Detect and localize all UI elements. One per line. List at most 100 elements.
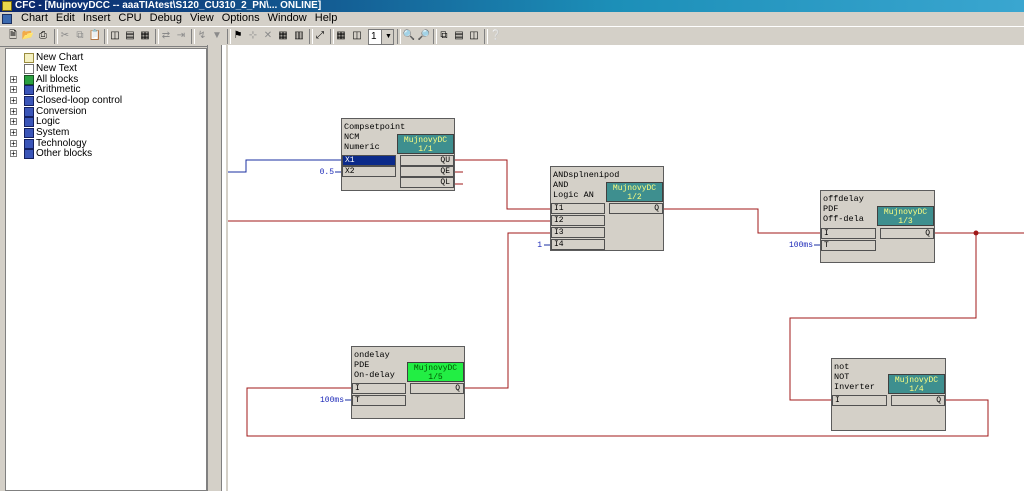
- open-icon[interactable]: 📂: [21, 29, 35, 43]
- new-text-icon: [24, 64, 34, 74]
- cut-icon[interactable]: ✂: [58, 29, 72, 43]
- wire-and-q-offdelay-i[interactable]: [663, 208, 820, 234]
- menu-insert[interactable]: Insert: [79, 12, 115, 25]
- tile-vertical-icon[interactable]: ◫: [467, 29, 481, 43]
- menu-edit[interactable]: Edit: [52, 12, 79, 25]
- wire-ondelay-q-i3[interactable]: [465, 232, 550, 389]
- zoom-in-icon[interactable]: 🔍: [402, 29, 416, 43]
- menu-view[interactable]: View: [186, 12, 218, 25]
- library-icon: [24, 96, 34, 106]
- output-pin-qe[interactable]: QE: [400, 166, 454, 177]
- output-pin-qu[interactable]: QU: [400, 155, 454, 166]
- input-pin-i3[interactable]: I3: [551, 227, 605, 238]
- new-chart-icon: [24, 53, 34, 63]
- menu-bar: Chart Edit Insert CPU Debug View Options…: [0, 12, 1024, 25]
- expand-icon[interactable]: +: [10, 118, 17, 126]
- menu-debug[interactable]: Debug: [146, 12, 186, 25]
- sheet-number-select[interactable]: 1 ▼: [368, 29, 394, 45]
- overview-icon[interactable]: ◫: [108, 29, 122, 43]
- catalog-icon[interactable]: ▦: [138, 29, 152, 43]
- monitor-off-icon[interactable]: ▥: [292, 29, 306, 43]
- expand-icon[interactable]: +: [10, 140, 17, 148]
- param-value-ondelay-t[interactable]: 100ms: [312, 396, 344, 405]
- param-value-i4[interactable]: 1: [528, 241, 542, 250]
- expand-icon[interactable]: +: [10, 86, 17, 94]
- chevron-down-icon[interactable]: ▼: [381, 30, 393, 44]
- tree-item-label: Closed-loop control: [36, 95, 123, 106]
- library-icon: [24, 149, 34, 159]
- expand-icon[interactable]: +: [10, 150, 17, 158]
- expand-icon[interactable]: +: [10, 76, 17, 84]
- print-icon[interactable]: ⎙: [36, 29, 50, 43]
- tree-item-label: Arithmetic: [36, 84, 81, 95]
- interconnect-icon[interactable]: ⇄: [159, 29, 173, 43]
- watch-icon[interactable]: ⊹: [246, 29, 260, 43]
- menu-help[interactable]: Help: [311, 12, 342, 25]
- library-icon: [24, 117, 34, 127]
- route-icon[interactable]: ⇥: [174, 29, 188, 43]
- block-not[interactable]: not NOT Inverter MujnovyDC 1/4 I Q: [831, 358, 946, 431]
- input-pin-x2[interactable]: X2: [342, 166, 396, 177]
- input-pin-i[interactable]: I: [821, 228, 876, 239]
- expand-icon[interactable]: +: [10, 97, 17, 105]
- toolbar: 🗎 📂 ⎙ ✂ ⧉ 📋 ◫ ▤ ▦ ⇄ ⇥ ↯ ▼ ⚑ ⊹ ✕ ▦ ▥ ⤢ ▦ …: [0, 26, 1024, 47]
- param-value-offdelay-t[interactable]: 100ms: [780, 241, 813, 250]
- block-name: offdelay: [823, 194, 864, 204]
- param-value-x2[interactable]: 0.5: [308, 168, 334, 177]
- sheet-view-icon[interactable]: ▤: [123, 29, 137, 43]
- instance-label: MujnovyDC 1/5: [407, 362, 464, 382]
- monitor-on-icon[interactable]: ▦: [276, 29, 290, 43]
- output-pin-q[interactable]: Q: [880, 228, 934, 239]
- test-mode-icon[interactable]: ⚑: [231, 29, 245, 43]
- block-andsplnenipod[interactable]: ANDsplnenipod AND Logic AN MujnovyDC 1/2…: [550, 166, 664, 251]
- output-pin-ql[interactable]: QL: [400, 177, 454, 188]
- menu-options[interactable]: Options: [218, 12, 264, 25]
- input-pin-t[interactable]: T: [352, 395, 406, 406]
- expand-icon[interactable]: +: [10, 129, 17, 137]
- tile-horizontal-icon[interactable]: ▤: [452, 29, 466, 43]
- output-pin-q[interactable]: Q: [410, 383, 464, 394]
- menu-cpu[interactable]: CPU: [114, 12, 145, 25]
- input-pin-i[interactable]: I: [832, 395, 887, 406]
- block-name: ondelay: [354, 350, 390, 360]
- block-compsetpoint[interactable]: Compsetpoint NCM Numeric MujnovyDC 1/1 X…: [341, 118, 455, 191]
- fit-icon[interactable]: ⤢: [313, 29, 327, 43]
- chart-canvas[interactable]: Compsetpoint NCM Numeric MujnovyDC 1/1 X…: [228, 45, 1024, 491]
- block-name: ANDsplnenipod: [553, 170, 620, 180]
- library-icon: [24, 139, 34, 149]
- zoom-out-icon[interactable]: 🔎: [417, 29, 431, 43]
- monitor-icon[interactable]: ✕: [261, 29, 275, 43]
- paste-icon[interactable]: 📋: [88, 29, 102, 43]
- input-pin-i2[interactable]: I2: [551, 215, 605, 226]
- block-comment: Off-dela: [823, 214, 864, 224]
- input-pin-i4[interactable]: I4: [551, 239, 605, 250]
- new-icon[interactable]: 🗎: [6, 29, 20, 43]
- expand-icon[interactable]: +: [10, 108, 17, 116]
- download-icon[interactable]: ▼: [210, 29, 224, 43]
- copy-icon[interactable]: ⧉: [73, 29, 87, 43]
- all-blocks-icon: [24, 75, 34, 85]
- block-catalog-tree: New Chart New Text + All blocks + Arithm…: [5, 48, 207, 491]
- output-pin-q[interactable]: Q: [891, 395, 945, 406]
- block-offdelay[interactable]: offdelay PDF Off-dela MujnovyDC 1/3 I T …: [820, 190, 935, 263]
- library-icon: [24, 85, 34, 95]
- input-pin-i1[interactable]: I1: [551, 203, 605, 214]
- input-pin-x1[interactable]: X1: [342, 155, 396, 166]
- input-pin-t[interactable]: T: [821, 240, 876, 251]
- menu-window[interactable]: Window: [264, 12, 311, 25]
- menu-chart[interactable]: Chart: [17, 12, 52, 25]
- table-icon[interactable]: ▦: [334, 29, 348, 43]
- sheet-bar[interactable]: [221, 45, 226, 491]
- output-pin-q[interactable]: Q: [609, 203, 663, 214]
- document-window-icon[interactable]: [2, 14, 12, 24]
- context-help-icon[interactable]: ❔: [489, 29, 503, 43]
- cascade-icon[interactable]: ⧉: [437, 29, 451, 43]
- input-pin-i[interactable]: I: [352, 383, 406, 394]
- block-ondelay[interactable]: ondelay PDE On-delay MujnovyDC 1/5 I T Q: [351, 346, 465, 419]
- toolbar-separator: [397, 29, 401, 44]
- tree-item-label: New Chart: [36, 52, 84, 63]
- sheet-grid-icon[interactable]: ◫: [350, 29, 364, 43]
- compile-icon[interactable]: ↯: [195, 29, 209, 43]
- block-comment: Numeric: [344, 142, 380, 152]
- wire-qu-i1[interactable]: [455, 159, 550, 210]
